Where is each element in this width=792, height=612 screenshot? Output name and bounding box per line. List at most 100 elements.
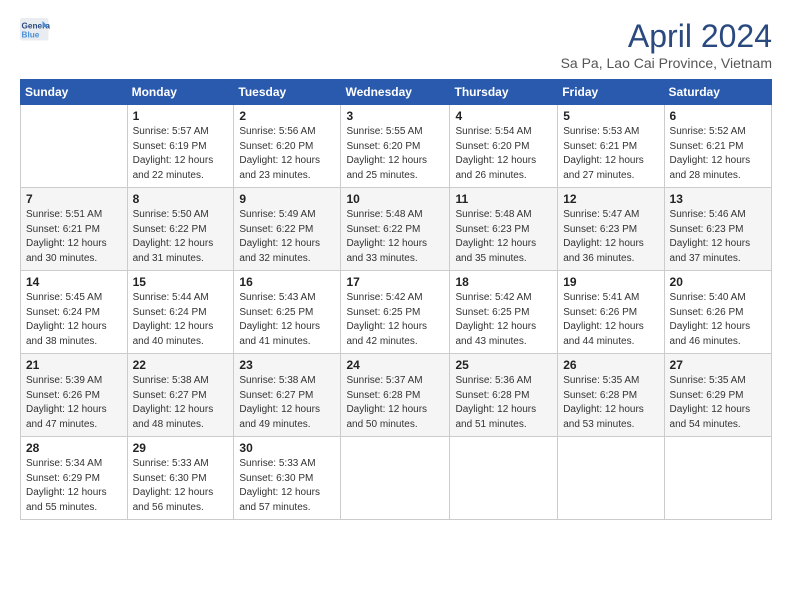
day-number: 28 xyxy=(26,441,122,455)
calendar-cell: 23 Sunrise: 5:38 AMSunset: 6:27 PMDayligh… xyxy=(234,354,341,437)
day-number: 8 xyxy=(133,192,229,206)
calendar-week-row: 14 Sunrise: 5:45 AMSunset: 6:24 PMDayligh… xyxy=(21,271,772,354)
day-info: Sunrise: 5:39 AMSunset: 6:26 PMDaylight:… xyxy=(26,374,122,432)
day-number: 23 xyxy=(239,358,335,372)
day-number: 14 xyxy=(26,275,122,289)
day-info: Sunrise: 5:57 AMSunset: 6:19 PMDaylight:… xyxy=(133,125,229,183)
calendar-cell xyxy=(558,437,664,520)
day-info: Sunrise: 5:38 AMSunset: 6:27 PMDaylight:… xyxy=(239,374,335,432)
day-number: 19 xyxy=(563,275,658,289)
day-number: 9 xyxy=(239,192,335,206)
day-info: Sunrise: 5:35 AMSunset: 6:29 PMDaylight:… xyxy=(670,374,766,432)
day-number: 16 xyxy=(239,275,335,289)
calendar-cell: 28 Sunrise: 5:34 AMSunset: 6:29 PMDayligh… xyxy=(21,437,128,520)
day-number: 6 xyxy=(670,109,766,123)
day-info: Sunrise: 5:44 AMSunset: 6:24 PMDaylight:… xyxy=(133,291,229,349)
calendar-cell: 25 Sunrise: 5:36 AMSunset: 6:28 PMDayligh… xyxy=(450,354,558,437)
calendar-week-row: 7Sunrise: 5:51 AMSunset: 6:21 PMDaylight… xyxy=(21,188,772,271)
calendar-cell: 12 Sunrise: 5:47 AMSunset: 6:23 PMDayligh… xyxy=(558,188,664,271)
logo: General Blue xyxy=(20,18,50,42)
day-number: 17 xyxy=(346,275,444,289)
day-of-week-header: Monday xyxy=(127,80,234,105)
calendar-cell: 17 Sunrise: 5:42 AMSunset: 6:25 PMDayligh… xyxy=(341,271,450,354)
day-of-week-header: Thursday xyxy=(450,80,558,105)
calendar-table: SundayMondayTuesdayWednesdayThursdayFrid… xyxy=(20,79,772,520)
calendar-cell: 16 Sunrise: 5:43 AMSunset: 6:25 PMDayligh… xyxy=(234,271,341,354)
day-info: Sunrise: 5:33 AMSunset: 6:30 PMDaylight:… xyxy=(133,457,229,515)
day-info: Sunrise: 5:40 AMSunset: 6:26 PMDaylight:… xyxy=(670,291,766,349)
day-info: Sunrise: 5:54 AMSunset: 6:20 PMDaylight:… xyxy=(455,125,552,183)
calendar-cell: 13 Sunrise: 5:46 AMSunset: 6:23 PMDayligh… xyxy=(664,188,771,271)
calendar-cell: 19 Sunrise: 5:41 AMSunset: 6:26 PMDayligh… xyxy=(558,271,664,354)
calendar-cell: 5Sunrise: 5:53 AMSunset: 6:21 PMDaylight… xyxy=(558,105,664,188)
logo-icon: General Blue xyxy=(20,18,50,42)
day-of-week-header: Wednesday xyxy=(341,80,450,105)
calendar-cell: 29 Sunrise: 5:33 AMSunset: 6:30 PMDayligh… xyxy=(127,437,234,520)
day-of-week-header: Tuesday xyxy=(234,80,341,105)
subtitle: Sa Pa, Lao Cai Province, Vietnam xyxy=(561,55,772,71)
day-info: Sunrise: 5:50 AMSunset: 6:22 PMDaylight:… xyxy=(133,208,229,266)
calendar-cell: 22Sunrise: 5:38 AMSunset: 6:27 PMDayligh… xyxy=(127,354,234,437)
day-info: Sunrise: 5:52 AMSunset: 6:21 PMDaylight:… xyxy=(670,125,766,183)
calendar-cell: 4 Sunrise: 5:54 AMSunset: 6:20 PMDaylight… xyxy=(450,105,558,188)
calendar-cell: 2Sunrise: 5:56 AMSunset: 6:20 PMDaylight… xyxy=(234,105,341,188)
day-info: Sunrise: 5:56 AMSunset: 6:20 PMDaylight:… xyxy=(239,125,335,183)
day-number: 21 xyxy=(26,358,122,372)
calendar-cell: 9 Sunrise: 5:49 AMSunset: 6:22 PMDaylight… xyxy=(234,188,341,271)
calendar-week-row: 28 Sunrise: 5:34 AMSunset: 6:29 PMDayligh… xyxy=(21,437,772,520)
day-info: Sunrise: 5:43 AMSunset: 6:25 PMDaylight:… xyxy=(239,291,335,349)
calendar-cell: 8 Sunrise: 5:50 AMSunset: 6:22 PMDaylight… xyxy=(127,188,234,271)
calendar-cell: 1Sunrise: 5:57 AMSunset: 6:19 PMDaylight… xyxy=(127,105,234,188)
calendar-cell xyxy=(341,437,450,520)
calendar-week-row: 1Sunrise: 5:57 AMSunset: 6:19 PMDaylight… xyxy=(21,105,772,188)
day-info: Sunrise: 5:53 AMSunset: 6:21 PMDaylight:… xyxy=(563,125,658,183)
day-number: 18 xyxy=(455,275,552,289)
day-info: Sunrise: 5:45 AMSunset: 6:24 PMDaylight:… xyxy=(26,291,122,349)
day-info: Sunrise: 5:42 AMSunset: 6:25 PMDaylight:… xyxy=(455,291,552,349)
day-info: Sunrise: 5:38 AMSunset: 6:27 PMDaylight:… xyxy=(133,374,229,432)
day-number: 3 xyxy=(346,109,444,123)
day-info: Sunrise: 5:35 AMSunset: 6:28 PMDaylight:… xyxy=(563,374,658,432)
day-info: Sunrise: 5:48 AMSunset: 6:23 PMDaylight:… xyxy=(455,208,552,266)
calendar-cell: 30Sunrise: 5:33 AMSunset: 6:30 PMDayligh… xyxy=(234,437,341,520)
day-number: 13 xyxy=(670,192,766,206)
day-number: 15 xyxy=(133,275,229,289)
day-info: Sunrise: 5:41 AMSunset: 6:26 PMDaylight:… xyxy=(563,291,658,349)
calendar-cell xyxy=(664,437,771,520)
day-number: 25 xyxy=(455,358,552,372)
day-number: 20 xyxy=(670,275,766,289)
day-number: 11 xyxy=(455,192,552,206)
day-number: 7 xyxy=(26,192,122,206)
calendar-cell: 11 Sunrise: 5:48 AMSunset: 6:23 PMDayligh… xyxy=(450,188,558,271)
day-info: Sunrise: 5:36 AMSunset: 6:28 PMDaylight:… xyxy=(455,374,552,432)
day-number: 10 xyxy=(346,192,444,206)
day-number: 12 xyxy=(563,192,658,206)
calendar-cell: 7Sunrise: 5:51 AMSunset: 6:21 PMDaylight… xyxy=(21,188,128,271)
calendar-cell: 6 Sunrise: 5:52 AMSunset: 6:21 PMDaylight… xyxy=(664,105,771,188)
day-info: Sunrise: 5:33 AMSunset: 6:30 PMDaylight:… xyxy=(239,457,335,515)
day-info: Sunrise: 5:46 AMSunset: 6:23 PMDaylight:… xyxy=(670,208,766,266)
day-number: 4 xyxy=(455,109,552,123)
svg-text:Blue: Blue xyxy=(22,31,40,40)
header: General Blue April 2024 Sa Pa, Lao Cai P… xyxy=(20,18,772,71)
day-info: Sunrise: 5:49 AMSunset: 6:22 PMDaylight:… xyxy=(239,208,335,266)
day-number: 29 xyxy=(133,441,229,455)
calendar-cell: 15 Sunrise: 5:44 AMSunset: 6:24 PMDayligh… xyxy=(127,271,234,354)
calendar-cell xyxy=(21,105,128,188)
day-info: Sunrise: 5:55 AMSunset: 6:20 PMDaylight:… xyxy=(346,125,444,183)
day-number: 24 xyxy=(346,358,444,372)
day-info: Sunrise: 5:37 AMSunset: 6:28 PMDaylight:… xyxy=(346,374,444,432)
day-of-week-header: Saturday xyxy=(664,80,771,105)
calendar-cell: 20 Sunrise: 5:40 AMSunset: 6:26 PMDayligh… xyxy=(664,271,771,354)
calendar-cell: 14 Sunrise: 5:45 AMSunset: 6:24 PMDayligh… xyxy=(21,271,128,354)
day-info: Sunrise: 5:34 AMSunset: 6:29 PMDaylight:… xyxy=(26,457,122,515)
day-of-week-header: Friday xyxy=(558,80,664,105)
calendar-cell: 27 Sunrise: 5:35 AMSunset: 6:29 PMDayligh… xyxy=(664,354,771,437)
calendar-header-row: SundayMondayTuesdayWednesdayThursdayFrid… xyxy=(21,80,772,105)
day-of-week-header: Sunday xyxy=(21,80,128,105)
main-title: April 2024 xyxy=(561,18,772,55)
day-info: Sunrise: 5:42 AMSunset: 6:25 PMDaylight:… xyxy=(346,291,444,349)
calendar-cell: 10Sunrise: 5:48 AMSunset: 6:22 PMDayligh… xyxy=(341,188,450,271)
day-number: 27 xyxy=(670,358,766,372)
day-info: Sunrise: 5:47 AMSunset: 6:23 PMDaylight:… xyxy=(563,208,658,266)
